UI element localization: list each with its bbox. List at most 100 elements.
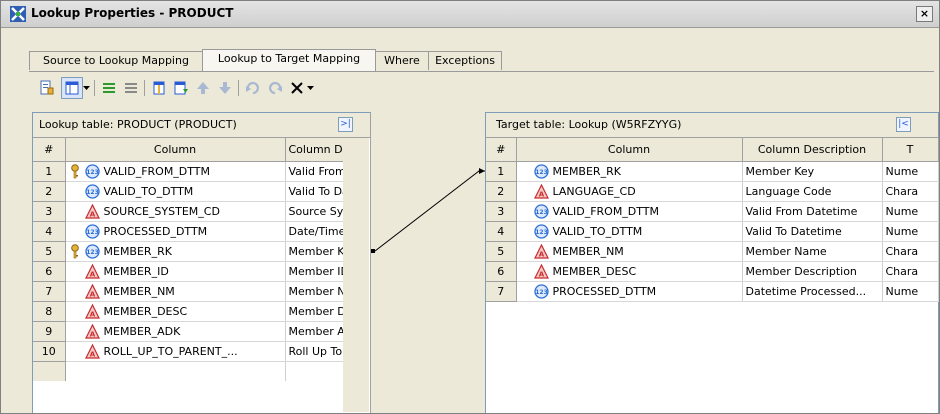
lookup-table-panel: Lookup table: PRODUCT (PRODUCT) >| # Col… [32, 112, 371, 413]
column-name-cell[interactable]: A ROLL_UP_TO_PARENT_... [65, 341, 286, 362]
row-number[interactable]: 7 [33, 281, 66, 302]
row-number[interactable]: 3 [486, 201, 517, 222]
table-row[interactable]: 6 A MEMBER_ID Member ID [33, 261, 358, 282]
target-table-header: Target table: Lookup (W5RFZYYG) |< [486, 113, 938, 138]
table-row[interactable]: 1 123 VALID_FROM_DTTM Valid From D [33, 161, 358, 182]
column-name-cell[interactable]: 123 PROCESSED_DTTM [65, 221, 286, 242]
table-row[interactable]: 6 A MEMBER_DESC Member Description Chara [486, 261, 939, 282]
table-row[interactable]: 4 123 PROCESSED_DTTM Date/Time F [33, 221, 358, 242]
row-number[interactable]: 2 [486, 181, 517, 202]
column-name-cell[interactable]: 123 PROCESSED_DTTM [516, 281, 743, 302]
row-number[interactable]: 4 [33, 221, 66, 242]
lookup-table-scroll-area[interactable] [343, 138, 369, 412]
column-type-cell[interactable]: Nume [882, 161, 939, 182]
redo-icon[interactable] [265, 77, 285, 99]
column-name-cell[interactable]: 123 VALID_FROM_DTTM [65, 161, 286, 182]
table-row[interactable]: 5 123 MEMBER_RK Member Key [33, 241, 358, 262]
column-name-cell[interactable]: 123 VALID_TO_DTTM [516, 221, 743, 242]
col-header-column[interactable]: Column [516, 138, 743, 162]
column-type-cell[interactable]: Nume [882, 201, 939, 222]
tab-lookup-to-target[interactable]: Lookup to Target Mapping [202, 49, 376, 71]
tab-exceptions[interactable]: Exceptions [428, 51, 502, 70]
row-number[interactable]: 10 [33, 341, 66, 362]
mapping-line[interactable] [371, 112, 485, 414]
map-all-icon[interactable] [99, 77, 119, 99]
table-row[interactable]: 10 A ROLL_UP_TO_PARENT_... Roll Up To F [33, 341, 358, 362]
col-header-desc[interactable]: Column Description [742, 138, 883, 162]
column-name-cell[interactable]: A SOURCE_SYSTEM_CD [65, 201, 286, 222]
column-name-cell[interactable]: A MEMBER_NM [516, 241, 743, 262]
properties-icon[interactable] [37, 77, 57, 99]
close-button[interactable]: × [916, 6, 933, 22]
row-number[interactable]: 5 [486, 241, 517, 262]
collapse-panel-icon[interactable]: |< [896, 117, 911, 132]
lookup-table-header: Lookup table: PRODUCT (PRODUCT) >| [33, 113, 370, 138]
column-name-cell[interactable]: A LANGUAGE_CD [516, 181, 743, 202]
table-row[interactable]: 5 A MEMBER_NM Member Name Chara [486, 241, 939, 262]
column-name-cell[interactable]: A MEMBER_ID [65, 261, 286, 282]
row-number[interactable]: 9 [33, 321, 66, 342]
columns-dropdown-icon[interactable] [61, 77, 83, 99]
table-row[interactable]: 2 123 VALID_TO_DTTM Valid To Dat [33, 181, 358, 202]
row-number[interactable]: 6 [33, 261, 66, 282]
delete-dropdown-icon[interactable] [305, 77, 315, 99]
row-number[interactable]: 4 [486, 221, 517, 242]
column-name-cell[interactable]: A MEMBER_NM [65, 281, 286, 302]
move-down-icon[interactable] [215, 77, 235, 99]
column-type-cell[interactable]: Chara [882, 181, 939, 202]
tab-divider [29, 71, 934, 72]
column-description-cell[interactable]: Valid From Datetime [742, 201, 883, 222]
column-description-cell[interactable]: Valid To Datetime [742, 221, 883, 242]
column-name-cell[interactable]: 123 VALID_FROM_DTTM [516, 201, 743, 222]
tab-where[interactable]: Where [375, 51, 429, 70]
column-name-cell[interactable]: A MEMBER_DESC [516, 261, 743, 282]
new-column-icon[interactable] [149, 77, 169, 99]
mapping-area[interactable] [370, 112, 486, 414]
title-bar[interactable]: Lookup Properties - PRODUCT × [1, 1, 939, 28]
table-row[interactable]: 3 A SOURCE_SYSTEM_CD Source Syst [33, 201, 358, 222]
column-type-cell[interactable]: Chara [882, 261, 939, 282]
row-number[interactable]: 8 [33, 301, 66, 322]
col-header-num[interactable]: # [33, 138, 66, 162]
undo-icon[interactable] [243, 77, 263, 99]
row-number[interactable]: 1 [486, 161, 517, 182]
import-column-icon[interactable] [171, 77, 191, 99]
row-number[interactable]: 2 [33, 181, 66, 202]
column-name-cell[interactable]: A MEMBER_ADK [65, 321, 286, 342]
column-description-cell[interactable]: Member Description [742, 261, 883, 282]
column-name-cell[interactable]: 123 VALID_TO_DTTM [65, 181, 286, 202]
column-type-cell[interactable]: Chara [882, 241, 939, 262]
column-description-cell[interactable]: Datetime Processed... [742, 281, 883, 302]
row-number[interactable]: 7 [486, 281, 517, 302]
column-description-cell[interactable]: Member Name [742, 241, 883, 262]
table-row[interactable]: 4 123 VALID_TO_DTTM Valid To Datetime Nume [486, 221, 939, 242]
move-up-icon[interactable] [193, 77, 213, 99]
column-type-cell[interactable]: Nume [882, 281, 939, 302]
table-row[interactable]: 7 A MEMBER_NM Member Nar [33, 281, 358, 302]
row-number[interactable]: 3 [33, 201, 66, 222]
tab-source-to-lookup[interactable]: Source to Lookup Mapping [29, 51, 203, 70]
unmap-all-icon[interactable] [121, 77, 141, 99]
table-row[interactable]: 8 A MEMBER_DESC Member Des [33, 301, 358, 322]
chevron-down-icon[interactable] [81, 77, 91, 99]
table-row[interactable]: 9 A MEMBER_ADK Member AD [33, 321, 358, 342]
table-row[interactable]: 3 123 VALID_FROM_DTTM Valid From Datetime Nu… [486, 201, 939, 222]
col-header-num[interactable]: # [486, 138, 517, 162]
table-row[interactable]: 1 123 MEMBER_RK Member Key Nume [486, 161, 939, 182]
table-row[interactable]: 2 A LANGUAGE_CD Language Code Chara [486, 181, 939, 202]
character-type-icon: A [84, 284, 100, 299]
column-name-cell[interactable]: 123 MEMBER_RK [516, 161, 743, 182]
table-row[interactable]: 7 123 PROCESSED_DTTM Datetime Processed... N… [486, 281, 939, 302]
row-number[interactable]: 1 [33, 161, 66, 182]
col-header-type[interactable]: T [882, 138, 939, 162]
delete-icon[interactable] [287, 77, 307, 99]
row-number[interactable]: 5 [33, 241, 66, 262]
column-description-cell[interactable]: Language Code [742, 181, 883, 202]
col-header-column[interactable]: Column [65, 138, 286, 162]
column-name-cell[interactable]: A MEMBER_DESC [65, 301, 286, 322]
expand-panel-icon[interactable]: >| [338, 117, 353, 132]
column-name-cell[interactable]: 123 MEMBER_RK [65, 241, 286, 262]
column-description-cell[interactable]: Member Key [742, 161, 883, 182]
column-type-cell[interactable]: Nume [882, 221, 939, 242]
row-number[interactable]: 6 [486, 261, 517, 282]
